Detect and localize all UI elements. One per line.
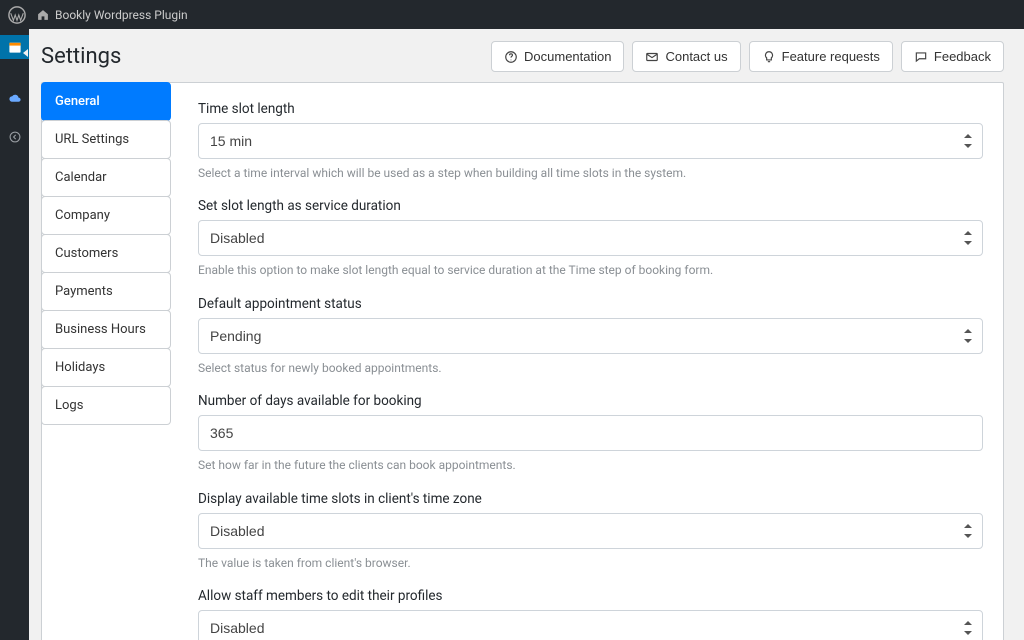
documentation-button[interactable]: Documentation [491,41,624,72]
site-home-link[interactable]: Bookly Wordpress Plugin [36,8,188,22]
page-title: Settings [41,44,121,69]
mail-icon [645,50,659,64]
tab-label: Company [55,208,110,223]
field-label: Default appointment status [198,296,983,312]
tab-label: General [55,94,100,109]
admin-menu-collapse-toggle[interactable] [0,125,29,149]
tab-label: Logs [55,398,83,413]
field-staff_edit: Allow staff members to edit their profil… [198,588,983,640]
field-label: Number of days available for booking [198,393,983,409]
field-label: Time slot length [198,101,983,117]
admin-menu-collapsed [0,29,29,640]
select-wrap: 15 min [198,123,983,159]
field-slot_length: Time slot length 15 min Select a time inte… [198,101,983,182]
page-header: Settings Documentation Contact us Featur… [41,41,1004,72]
tab-label: URL Settings [55,132,129,147]
field-help: Select a time interval which will be use… [198,165,983,182]
select-wrap: Pending [198,318,983,354]
default_status-select[interactable]: Pending [198,318,983,354]
slot_as_duration-select[interactable]: Disabled [198,220,983,256]
field-default_status: Default appointment status Pending Select … [198,296,983,377]
tab-company[interactable]: Company [41,196,171,235]
days_available-input[interactable] [198,415,983,451]
site-title: Bookly Wordpress Plugin [55,8,188,22]
feedback-button[interactable]: Feedback [901,41,1004,72]
settings-form: Time slot length 15 min Select a time inte… [170,83,1003,640]
field-client_tz: Display available time slots in client's… [198,491,983,572]
field-help: Select status for newly booked appointme… [198,360,983,377]
active-marker [23,49,28,57]
tab-url[interactable]: URL Settings [41,120,171,159]
client_tz-select[interactable]: Disabled [198,513,983,549]
select-wrap: Disabled [198,610,983,640]
field-help: Enable this option to make slot length e… [198,262,983,279]
admin-menu-item-secondary[interactable] [0,87,29,111]
field-slot_as_duration: Set slot length as service duration Disab… [198,198,983,279]
tab-general[interactable]: General [41,82,171,121]
feature-requests-button[interactable]: Feature requests [749,41,893,72]
wp-logo-icon[interactable] [8,6,26,24]
tab-logs[interactable]: Logs [41,386,171,425]
staff_edit-select[interactable]: Disabled [198,610,983,640]
field-days_available: Number of days available for booking Set … [198,393,983,474]
tab-label: Customers [55,246,118,261]
cloud-icon [8,92,22,106]
contact-us-button[interactable]: Contact us [632,41,740,72]
select-wrap: Disabled [198,220,983,256]
wp-admin-bar: Bookly Wordpress Plugin [0,0,1024,29]
slot_length-select[interactable]: 15 min [198,123,983,159]
calendar-icon [8,40,22,54]
field-label: Display available time slots in client's… [198,491,983,507]
tab-calendar[interactable]: Calendar [41,158,171,197]
field-label: Set slot length as service duration [198,198,983,214]
tab-holidays[interactable]: Holidays [41,348,171,387]
tab-payments[interactable]: Payments [41,272,171,311]
home-icon [36,8,50,22]
tab-hours[interactable]: Business Hours [41,310,171,349]
tab-label: Payments [55,284,113,299]
collapse-icon [8,130,22,144]
chat-icon [914,50,928,64]
settings-panel: General URL Settings Calendar Company Custom… [41,82,1004,640]
help-icon [504,50,518,64]
tab-label: Business Hours [55,322,146,337]
field-help: Set how far in the future the clients ca… [198,457,983,474]
tab-label: Holidays [55,360,105,375]
tab-label: Calendar [55,170,107,185]
settings-tabs: General URL Settings Calendar Company Custom… [42,83,170,640]
field-help: The value is taken from client's browser… [198,555,983,572]
select-wrap: Disabled [198,513,983,549]
tab-customers[interactable]: Customers [41,234,171,273]
lightbulb-icon [762,50,776,64]
field-label: Allow staff members to edit their profil… [198,588,983,604]
